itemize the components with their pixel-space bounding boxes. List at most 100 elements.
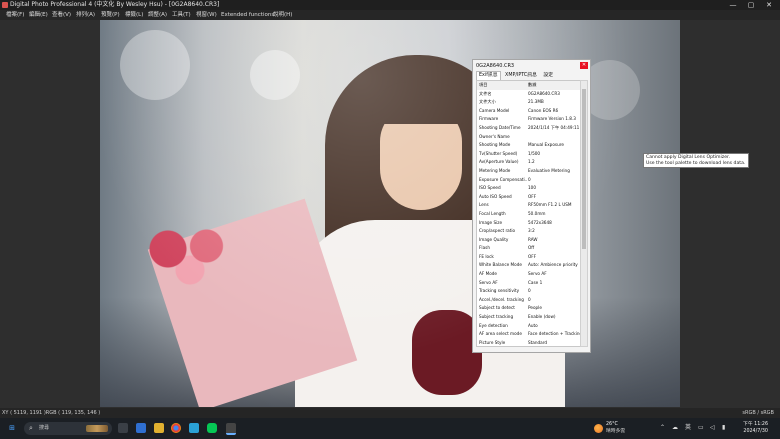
dialog-tabs: Exif訊息 XMP/IPTC訊息 設定 — [476, 71, 556, 80]
exif-value: Manual Exposure — [528, 142, 564, 148]
dpp-icon[interactable] — [226, 423, 236, 435]
exif-key: ISO Speed — [479, 185, 501, 191]
system-clock[interactable]: 下午 11:26 2024/7/30 — [738, 421, 768, 435]
exif-row[interactable]: FE lock OFF — [477, 253, 581, 262]
exif-row[interactable]: Crop/aspect ratio 3:2 — [477, 227, 581, 236]
exif-row[interactable]: Auto ISO Speed OFF — [477, 193, 581, 202]
menu-sort[interactable]: 排列(A) — [76, 10, 95, 20]
menu-help[interactable]: 說明(H) — [273, 10, 292, 20]
exif-row[interactable]: Firmware Firmware Version 1.8.3 — [477, 115, 581, 124]
volume-icon[interactable]: ◁ — [710, 423, 715, 433]
exif-row[interactable]: Eye detection Auto — [477, 322, 581, 331]
line-icon[interactable] — [207, 423, 217, 433]
menu-bar: 檔案(F) 編輯(E) 查看(V) 排列(A) 預覽(P) 標籤(L) 調整(A… — [0, 10, 780, 20]
exif-row[interactable]: Shooting Date/Time 2024/1/14 下午 04:49:11 — [477, 124, 581, 133]
menu-view[interactable]: 查看(V) — [52, 10, 71, 20]
battery-icon[interactable]: ▮ — [722, 423, 725, 433]
exif-table[interactable]: 項目 數據 文件名 0G2A8640.CR3 文件大小 21.3MB Camera Mo… — [476, 80, 582, 347]
menu-adjust[interactable]: 調整(A) — [148, 10, 167, 20]
exif-value: Case 1 — [528, 279, 543, 285]
exif-scrollbar[interactable] — [580, 80, 588, 347]
photo-preview[interactable] — [100, 20, 680, 407]
exif-key: Exposure Compensati... — [479, 176, 527, 182]
exif-key: FE lock — [479, 253, 494, 259]
exif-key: Metering Mode — [479, 167, 511, 173]
tab-exif[interactable]: Exif訊息 — [476, 71, 501, 80]
exif-row[interactable]: Image Size 5472x3648 — [477, 219, 581, 228]
exif-value: 21.3MB — [528, 99, 544, 105]
exif-row[interactable]: Tracking sensitivity 0 — [477, 287, 581, 296]
exif-row[interactable]: Owner's Name — [477, 133, 581, 142]
menu-edit[interactable]: 編輯(E) — [29, 10, 48, 20]
windows-start-icon[interactable]: ⊞ — [7, 423, 17, 433]
exif-row[interactable]: Focal Length 50.0mm — [477, 210, 581, 219]
exif-value: Evaluative Metering — [528, 167, 570, 173]
exif-row[interactable]: 文件名 0G2A8640.CR3 — [477, 90, 581, 99]
weather-condition: 晴時多雲 — [606, 429, 626, 434]
exif-value: Auto — [528, 322, 538, 328]
exif-row[interactable]: Exposure Compensati... 0 — [477, 176, 581, 185]
weather-widget[interactable]: 26°C 晴時多雲 — [594, 421, 634, 436]
exif-row[interactable]: Picture Style Standard — [477, 339, 581, 346]
scrollbar-thumb[interactable] — [582, 89, 586, 249]
network-icon[interactable]: ▭ — [698, 423, 704, 433]
exif-row[interactable]: Av(Aperture Value) 1.2 — [477, 158, 581, 167]
menu-file[interactable]: 檔案(F) — [6, 10, 24, 20]
menu-label[interactable]: 標籤(L) — [125, 10, 143, 20]
taskbar-search[interactable]: ⌕ 搜尋 — [24, 422, 112, 435]
exif-row[interactable]: Servo AF Case 1 — [477, 279, 581, 288]
menu-window[interactable]: 視窗(W) — [196, 10, 217, 20]
minimize-button[interactable]: — — [726, 0, 740, 10]
dialog-close-button[interactable]: ✕ — [580, 62, 588, 69]
exif-row[interactable]: ISO Speed 100 — [477, 184, 581, 193]
file-explorer-icon[interactable] — [154, 423, 164, 433]
maximize-button[interactable]: ▢ — [744, 0, 758, 10]
exif-row[interactable]: White Balance Mode Auto: Ambience priorit… — [477, 261, 581, 270]
exif-value: RAW — [528, 236, 538, 242]
task-view-icon[interactable] — [118, 423, 128, 433]
exif-key: Tv(Shutter Speed) — [479, 150, 518, 156]
exif-row[interactable]: Subject tracking Enable (dow) — [477, 313, 581, 322]
exif-value: 50.0mm — [528, 210, 546, 216]
color-space: sRGB / sRGB — [742, 410, 774, 416]
exif-row[interactable]: 文件大小 21.3MB — [477, 98, 581, 107]
image-viewer[interactable] — [0, 20, 780, 408]
exif-row[interactable]: Flash Off — [477, 244, 581, 253]
tab-settings[interactable]: 設定 — [541, 72, 555, 80]
exif-row[interactable]: Lens RF50mm F1.2 L USM — [477, 201, 581, 210]
exif-key: White Balance Mode — [479, 262, 522, 268]
exif-key: Eye detection — [479, 322, 508, 328]
close-button[interactable]: ✕ — [762, 0, 776, 10]
chrome-icon[interactable] — [171, 423, 181, 433]
exif-value: OFF — [528, 193, 537, 199]
exif-key: 文件名 — [479, 90, 492, 96]
app-icon[interactable] — [189, 423, 199, 433]
ime-indicator[interactable]: 英 — [685, 423, 691, 433]
exif-key: Crop/aspect ratio — [479, 228, 516, 234]
dialog-title: 0G2A8640.CR3 — [476, 63, 515, 69]
exif-row[interactable]: AF Mode Servo AF — [477, 270, 581, 279]
exif-row[interactable]: Subject to detect People — [477, 304, 581, 313]
exif-value: 1.2 — [528, 159, 535, 165]
exif-row[interactable]: Camera Model Canon EOS R6 — [477, 107, 581, 116]
exif-row[interactable]: Metering Mode Evaluative Metering — [477, 167, 581, 176]
tab-xmp-iptc[interactable]: XMP/IPTC訊息 — [503, 72, 539, 80]
exif-row[interactable]: Tv(Shutter Speed) 1/500 — [477, 150, 581, 159]
exif-key: Image Quality — [479, 236, 509, 242]
exif-key: Image Size — [479, 219, 503, 225]
exif-value: RF50mm F1.2 L USM — [528, 202, 572, 208]
search-placeholder: 搜尋 — [39, 425, 50, 431]
edge-icon[interactable] — [136, 423, 146, 433]
exif-row[interactable]: Shooting Mode Manual Exposure — [477, 141, 581, 150]
weather-temp: 26°C — [606, 422, 618, 427]
chevron-up-icon[interactable]: ⌃ — [660, 423, 665, 433]
column-header-item: 項目 — [479, 82, 488, 87]
menu-tools[interactable]: 工具(T) — [172, 10, 191, 20]
exif-row[interactable]: AF area select mode Face detection + Trac… — [477, 330, 581, 339]
exif-row[interactable]: Accel./decel. tracking 0 — [477, 296, 581, 305]
exif-row[interactable]: Image Quality RAW — [477, 236, 581, 245]
menu-extended-functions[interactable]: Extended functions — [221, 10, 274, 20]
menu-preview[interactable]: 預覽(P) — [101, 10, 120, 20]
cloud-icon[interactable]: ☁ — [672, 423, 678, 433]
exif-info-dialog[interactable]: 0G2A8640.CR3 ✕ Exif訊息 XMP/IPTC訊息 設定 項目 數… — [472, 59, 591, 353]
